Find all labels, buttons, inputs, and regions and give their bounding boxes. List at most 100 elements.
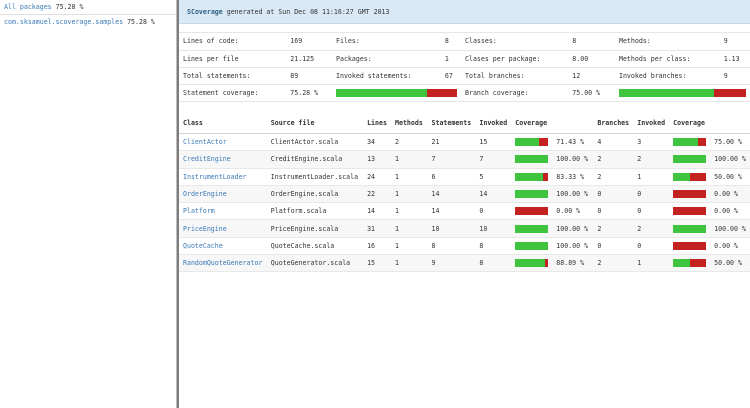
- stats-row: Lines per file 21.125 Packages: 1 Clases…: [179, 50, 750, 68]
- statement-coverage-bar-cell: [511, 254, 553, 273]
- column-header-source-file[interactable]: Source file: [266, 113, 364, 134]
- lines-cell: 34: [363, 133, 391, 152]
- column-header-statements[interactable]: Statements: [427, 113, 476, 134]
- branch-coverage-bar: [673, 207, 707, 216]
- branches-cell: 0: [593, 202, 634, 221]
- column-header-coverage-pct[interactable]: [552, 113, 594, 134]
- statements-cell: 8: [427, 237, 476, 256]
- class-link[interactable]: ClientActor: [183, 138, 227, 146]
- uncovered-segment: [697, 138, 707, 147]
- class-link[interactable]: RandomQuoteGenerator: [183, 259, 262, 267]
- all-packages-link[interactable]: All packages: [4, 3, 52, 11]
- stat-value: 1: [440, 50, 461, 68]
- branch-coverage-cell: 0.00 %: [710, 237, 750, 256]
- source-file-cell: Platform.scala: [266, 202, 364, 221]
- branches-cell: 4: [593, 133, 634, 152]
- stat-label: Methods per class:: [614, 50, 720, 68]
- column-header-branches[interactable]: Branches: [593, 113, 634, 134]
- branches-invoked-cell: 2: [633, 219, 670, 238]
- class-link[interactable]: QuoteCache: [183, 242, 223, 250]
- lines-cell: 14: [363, 202, 391, 221]
- class-link[interactable]: CreditEngine: [183, 155, 231, 163]
- statements-cell: 6: [427, 168, 476, 186]
- invoked-cell: 8: [475, 254, 512, 273]
- stat-label: Methods:: [614, 33, 720, 51]
- class-cell: RandomQuoteGenerator: [179, 254, 267, 273]
- statement-coverage-cell: 0.00 %: [552, 202, 594, 221]
- all-packages-coverage: 75.28 %: [55, 3, 84, 11]
- covered-segment: [673, 138, 698, 147]
- stat-label: Lines of code:: [179, 33, 287, 51]
- methods-cell: 2: [391, 133, 428, 152]
- branch-coverage-bar: [673, 172, 707, 181]
- stat-label: Branch coverage:: [461, 84, 569, 102]
- column-header-branch-coverage-pct[interactable]: [710, 113, 750, 134]
- lines-cell: 31: [363, 219, 391, 238]
- column-header-lines[interactable]: Lines: [363, 113, 391, 134]
- column-header-invoked[interactable]: Invoked: [475, 113, 512, 134]
- uncovered-segment: [542, 172, 549, 181]
- branches-invoked-cell: 1: [633, 168, 670, 186]
- statement-coverage-cell: 100.00 %: [552, 185, 594, 204]
- class-link[interactable]: PriceEngine: [183, 225, 227, 233]
- branches-cell: 0: [593, 185, 634, 204]
- report-header: SCoverage generated at Sun Dec 08 11:16:…: [179, 0, 750, 24]
- branch-coverage-bar-cell: [669, 185, 711, 204]
- all-packages-row: All packages 75.28 %: [0, 0, 176, 15]
- stat-value: 9: [719, 67, 750, 85]
- branch-coverage-cell: 0.00 %: [710, 185, 750, 204]
- covered-segment: [515, 259, 545, 268]
- lines-cell: 15: [363, 254, 391, 273]
- branch-coverage-cell: 100.00 %: [710, 219, 750, 238]
- statement-coverage-bar: [515, 224, 549, 233]
- column-header-branch-coverage[interactable]: Coverage: [669, 113, 711, 134]
- statement-coverage-cell: 100.00 %: [552, 219, 594, 238]
- statement-coverage-bar: [336, 88, 457, 97]
- uncovered-segment: [673, 190, 707, 199]
- covered-segment: [515, 172, 543, 181]
- covered-segment: [673, 259, 690, 268]
- table-row: CreditEngine CreditEngine.scala 13 1 7 7 100.0…: [179, 150, 750, 169]
- source-file-cell: QuoteCache.scala: [266, 237, 364, 256]
- branch-coverage-bar-cell: [669, 168, 711, 186]
- class-cell: CreditEngine: [179, 150, 267, 169]
- statement-coverage-bar: [515, 155, 549, 164]
- statement-coverage-bar: [515, 138, 549, 147]
- statement-coverage-cell: 100.00 %: [552, 237, 594, 256]
- branches-cell: 2: [593, 219, 634, 238]
- column-header-branches-invoked[interactable]: Invoked: [633, 113, 670, 134]
- branch-coverage-cell: 0.00 %: [710, 202, 750, 221]
- stat-value: 8: [440, 33, 461, 51]
- column-header-class[interactable]: Class: [179, 113, 267, 134]
- covered-segment: [673, 155, 707, 164]
- stat-label: Statement coverage:: [179, 84, 287, 102]
- stat-value: 8.00: [568, 50, 615, 68]
- lines-cell: 16: [363, 237, 391, 256]
- stat-label: Clases per package:: [461, 50, 569, 68]
- uncovered-segment: [673, 241, 707, 250]
- table-row: InstrumentLoader InstrumentLoader.scala 24…: [179, 168, 750, 186]
- table-row: Platform Platform.scala 14 1 14 0 0.00 % 0 0 0.00…: [179, 202, 750, 221]
- statement-coverage-bar-cell: [511, 133, 553, 152]
- table-row: RandomQuoteGenerator QuoteGenerator.scala…: [179, 254, 750, 273]
- branch-coverage-bar-cell: [669, 202, 711, 221]
- package-link[interactable]: com.sksamuel.scoverage.samples: [4, 18, 123, 26]
- package-row: com.sksamuel.scoverage.samples 75.28 %: [0, 15, 176, 30]
- branch-coverage-bar-cell: [669, 133, 711, 152]
- column-header-coverage[interactable]: Coverage: [511, 113, 553, 134]
- statements-cell: 9: [427, 254, 476, 273]
- covered-segment: [673, 224, 707, 233]
- methods-cell: 1: [391, 254, 428, 273]
- methods-cell: 1: [391, 237, 428, 256]
- class-link[interactable]: InstrumentLoader: [183, 173, 247, 181]
- column-header-methods[interactable]: Methods: [391, 113, 428, 134]
- stats-row: Total statements: 89 Invoked statements:…: [179, 67, 750, 85]
- branches-invoked-cell: 3: [633, 133, 670, 152]
- class-link[interactable]: OrderEngine: [183, 190, 227, 198]
- stat-label: Total branches:: [461, 67, 569, 85]
- methods-cell: 1: [391, 219, 428, 238]
- table-row: ClientActor ClientActor.scala 34 2 21 15 71.43…: [179, 133, 750, 152]
- statement-coverage-cell: [332, 84, 461, 102]
- class-cell: Platform: [179, 202, 267, 221]
- class-link[interactable]: Platform: [183, 207, 215, 215]
